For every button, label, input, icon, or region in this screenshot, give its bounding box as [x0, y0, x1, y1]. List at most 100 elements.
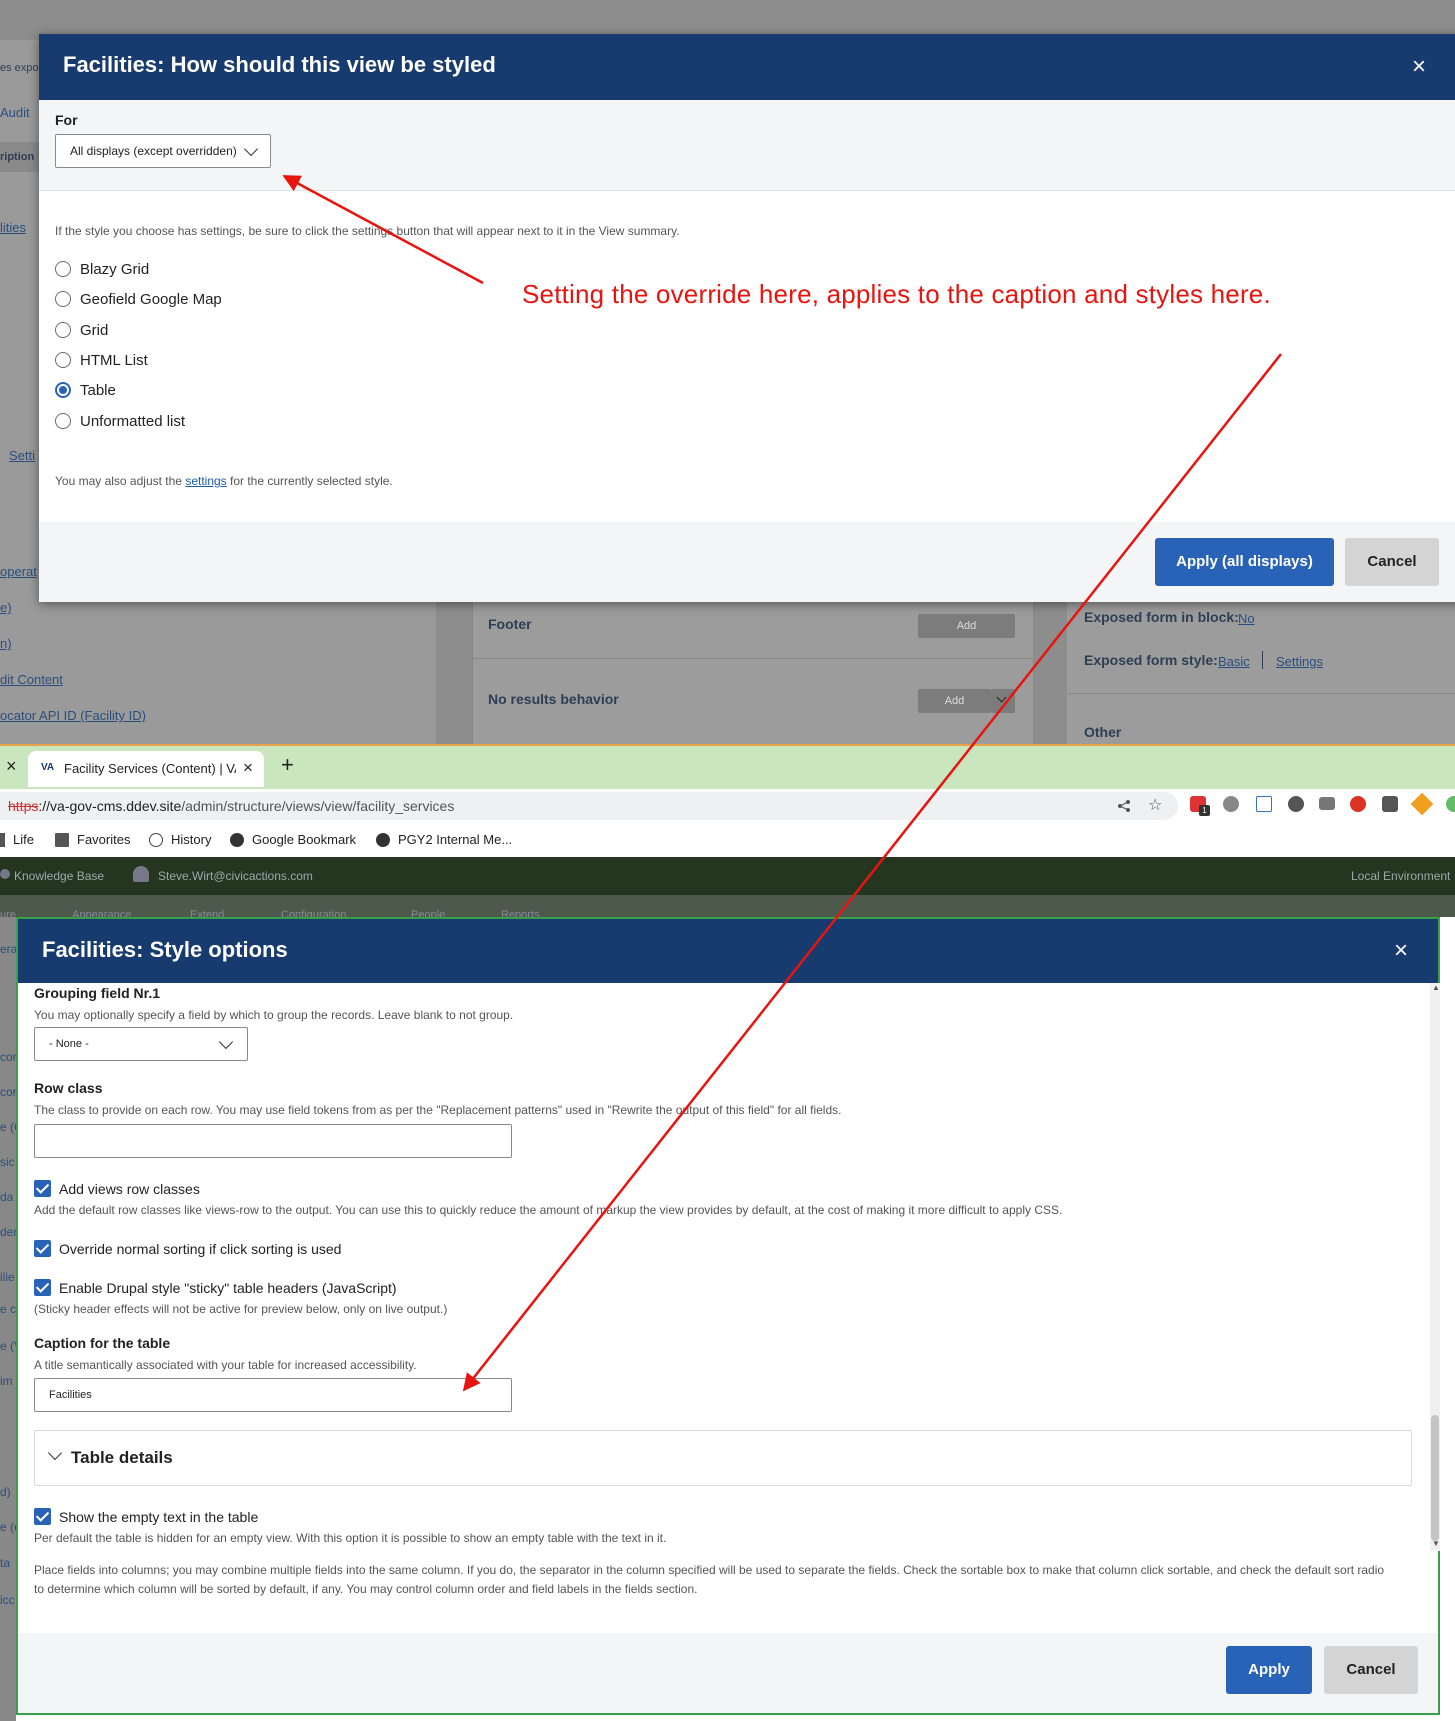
checkbox-label: Enable Drupal style "sticky" table heade… [59, 1279, 397, 1296]
checkbox-checked[interactable] [34, 1240, 51, 1257]
style-dialog: Facilities: How should this view be styl… [39, 34, 1455, 602]
radio-button[interactable] [55, 291, 71, 307]
pinterest-extension-icon[interactable] [1350, 796, 1366, 812]
browser-tab-active[interactable]: VA Facility Services (Content) | VA × [28, 751, 264, 787]
columns-description: Place fields into columns; you may combi… [34, 1563, 1385, 1577]
bookmark-label: Google Bookmark [252, 832, 357, 847]
style-option-unformatted-list[interactable]: Unformatted list [55, 410, 185, 432]
devtools-extension-icon[interactable] [1256, 796, 1272, 812]
style-option-html-list[interactable]: HTML List [55, 349, 148, 371]
close-icon[interactable]: × [243, 758, 253, 778]
history-icon [149, 832, 163, 847]
close-icon[interactable]: × [1412, 55, 1426, 79]
knowledge-base-link[interactable]: Knowledge Base [14, 869, 104, 883]
adjust-prefix: You may also adjust the [55, 474, 186, 488]
star-bookmark-icon[interactable]: ☆ [1148, 795, 1162, 815]
close-icon[interactable]: × [1394, 939, 1408, 963]
style-option-label: Grid [80, 321, 109, 339]
left-fragment[interactable]: n) [0, 636, 12, 651]
settings-extension-icon[interactable] [1223, 796, 1239, 812]
user-link[interactable]: Steve.Wirt@civicactions.com [158, 869, 313, 883]
new-tab-button[interactable]: + [281, 752, 294, 778]
camera-extension-icon[interactable] [1319, 797, 1335, 810]
dialog-header: Facilities: Style options × [18, 919, 1438, 983]
no-results-dropdown-button[interactable] [991, 689, 1015, 713]
scrollbar-thumb[interactable] [1431, 1415, 1439, 1541]
bookmark-favorites[interactable]: Favorites [55, 832, 130, 847]
left-fragment: da [0, 1190, 14, 1204]
calendar-extension-icon[interactable]: 1 [1190, 796, 1210, 816]
bookmark-pgy2[interactable]: PGY2 Internal Me... [376, 832, 512, 847]
close-tab-icon[interactable]: × [6, 756, 17, 777]
for-select[interactable]: All displays (except overridden) [55, 134, 271, 168]
divider [1067, 693, 1455, 694]
style-option-label: HTML List [80, 351, 148, 369]
footer-add-button[interactable]: Add [918, 614, 1015, 638]
table-details-summary[interactable]: Table details [71, 1448, 173, 1468]
left-fragment[interactable]: ocator API ID (Facility ID) [0, 708, 146, 723]
caption-label: Caption for the table [34, 1335, 171, 1351]
url-path: /admin/structure/views/view/facility_ser… [181, 798, 455, 814]
radio-button[interactable] [55, 261, 71, 277]
exposed-style-value[interactable]: Basic [1218, 654, 1250, 669]
checkbox-checked[interactable] [34, 1180, 51, 1197]
scroll-up-icon[interactable]: ▲ [1432, 983, 1440, 992]
radio-button[interactable] [55, 352, 71, 368]
left-fragment[interactable]: dit Content [0, 672, 63, 687]
radio-button-selected[interactable] [55, 382, 71, 398]
for-select-value: All displays (except overridden) [70, 144, 237, 158]
style-option-table[interactable]: Table [55, 379, 116, 401]
style-option-label: Unformatted list [80, 412, 186, 430]
bookmark-life[interactable]: Life [0, 832, 34, 847]
style-option-geofield-google-map[interactable]: Geofield Google Map [55, 288, 222, 310]
dialog-footer: Apply (all displays) Cancel [39, 522, 1455, 602]
apply-all-displays-button[interactable]: Apply (all displays) [1155, 538, 1334, 586]
radio-button[interactable] [55, 322, 71, 338]
cancel-button[interactable]: Cancel [1324, 1646, 1418, 1694]
settings-link[interactable]: settings [185, 474, 226, 488]
exposed-style-settings[interactable]: Settings [1276, 654, 1323, 669]
radio-button[interactable] [55, 413, 71, 429]
style-option-blazy-grid[interactable]: Blazy Grid [55, 258, 149, 280]
apply-button[interactable]: Apply [1226, 1646, 1312, 1694]
left-fragment[interactable]: Setti [9, 448, 35, 463]
for-label: For [55, 112, 78, 128]
left-fragment[interactable]: operat [0, 564, 37, 579]
bookmark-google[interactable]: Google Bookmark [230, 832, 356, 847]
scroll-down-icon[interactable]: ▼ [1432, 1539, 1440, 1548]
address-bar[interactable]: https://va-gov-cms.ddev.site/admin/struc… [0, 792, 1178, 820]
override-sorting-checkbox[interactable]: Override normal sorting if click sorting… [34, 1240, 341, 1257]
checkbox-checked[interactable] [34, 1279, 51, 1296]
profile-extension-icon[interactable] [1382, 796, 1398, 812]
row-class-input[interactable] [34, 1124, 512, 1158]
left-fragment[interactable]: lities [0, 220, 26, 235]
share-icon[interactable] [1117, 799, 1131, 813]
sticky-headers-checkbox[interactable]: Enable Drupal style "sticky" table heade… [34, 1279, 397, 1296]
left-fragment[interactable]: e) [0, 600, 12, 615]
footer-label: Footer [488, 616, 532, 632]
bookmark-label: History [171, 832, 212, 847]
row-class-label: Row class [34, 1080, 103, 1096]
cancel-button[interactable]: Cancel [1345, 538, 1439, 586]
exposed-block-value[interactable]: No [1238, 611, 1255, 626]
no-results-add-button[interactable]: Add [918, 689, 991, 713]
chevron-down-icon [243, 141, 259, 157]
style-option-grid[interactable]: Grid [55, 319, 108, 341]
add-views-row-classes-checkbox[interactable]: Add views row classes [34, 1180, 200, 1197]
va-favicon-icon: VA [41, 762, 55, 773]
checkbox-checked[interactable] [34, 1508, 51, 1525]
environment-label: Local Environment [1351, 869, 1451, 883]
left-fragment: der [0, 1225, 18, 1239]
style-hint: If the style you choose has settings, be… [55, 224, 680, 238]
tag-extension-icon[interactable] [1410, 792, 1434, 816]
refresh-extension-icon[interactable] [1288, 796, 1304, 812]
bookmark-history[interactable]: History [149, 832, 211, 847]
show-empty-text-checkbox[interactable]: Show the empty text in the table [34, 1508, 258, 1525]
scrollbar[interactable]: ▲ ▼ [1430, 983, 1440, 1551]
left-fragment: es expo [0, 62, 39, 74]
row-class-description: The class to provide on each row. You ma… [34, 1103, 842, 1117]
table-details-section[interactable]: Table details [34, 1430, 1412, 1486]
grouping-field-select[interactable]: - None - [34, 1027, 248, 1061]
caption-input[interactable]: Facilities [34, 1378, 512, 1412]
green-extension-icon[interactable] [1446, 796, 1455, 812]
